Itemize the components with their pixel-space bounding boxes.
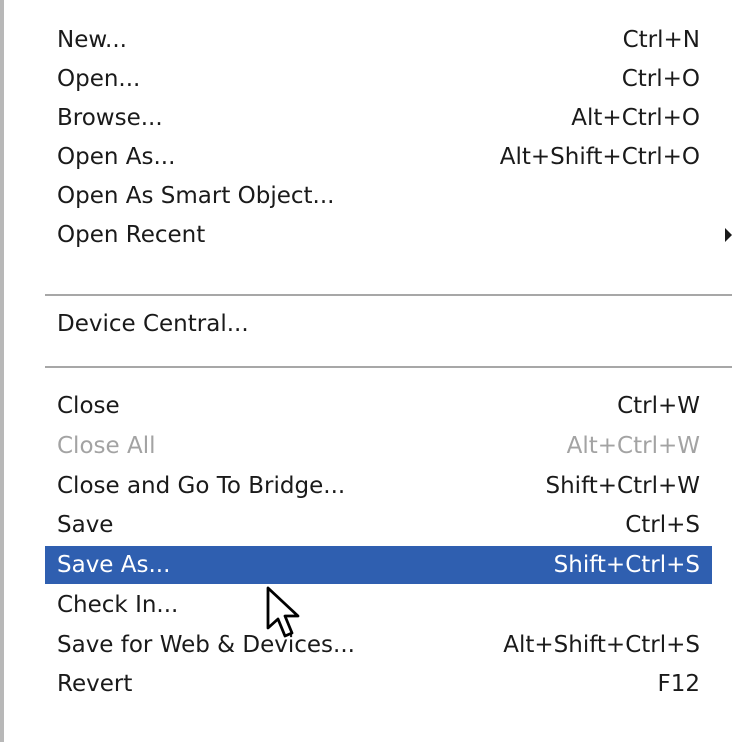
menu-separator: [45, 366, 732, 369]
menu-item-save-as[interactable]: Save As... Shift+Ctrl+S: [45, 546, 712, 584]
menu-item-shortcut: Alt+Ctrl+W: [566, 433, 700, 459]
menu-item-check-in[interactable]: Check In...: [45, 586, 712, 624]
menu-item-shortcut: Ctrl+O: [621, 66, 700, 92]
menu-item-device-central[interactable]: Device Central...: [45, 305, 712, 343]
menu-item-close-all: Close All Alt+Ctrl+W: [45, 427, 712, 465]
menu-item-label: Browse...: [57, 105, 163, 131]
menu-item-label: Open...: [57, 66, 141, 92]
menu-item-label: Device Central...: [57, 311, 249, 337]
menu-item-shortcut: Ctrl+S: [625, 512, 700, 538]
file-menu: New... Ctrl+N Open... Ctrl+O Browse... A…: [0, 0, 732, 742]
menu-item-shortcut: Alt+Shift+Ctrl+S: [503, 632, 700, 658]
menu-item-new[interactable]: New... Ctrl+N: [45, 21, 712, 59]
menu-item-label: Close All: [57, 433, 156, 459]
menu-item-browse[interactable]: Browse... Alt+Ctrl+O: [45, 99, 712, 137]
menu-separator: [45, 294, 732, 297]
menu-item-label: New...: [57, 27, 127, 53]
menu-item-close-and-go-to-bridge[interactable]: Close and Go To Bridge... Shift+Ctrl+W: [45, 467, 712, 505]
menu-item-label: Open As...: [57, 144, 176, 170]
menu-item-revert[interactable]: Revert F12: [45, 665, 712, 703]
menu-item-shortcut: Ctrl+W: [617, 393, 700, 419]
menu-item-label: Save: [57, 512, 114, 538]
menu-item-open-recent[interactable]: Open Recent: [45, 216, 732, 254]
menu-item-shortcut: Alt+Shift+Ctrl+O: [499, 144, 700, 170]
menu-item-label: Close: [57, 393, 120, 419]
menu-item-save-for-web[interactable]: Save for Web & Devices... Alt+Shift+Ctrl…: [45, 626, 712, 664]
menu-item-save[interactable]: Save Ctrl+S: [45, 506, 712, 544]
menu-item-label: Save As...: [57, 552, 171, 578]
menu-item-open[interactable]: Open... Ctrl+O: [45, 60, 712, 98]
menu-item-label: Save for Web & Devices...: [57, 632, 355, 658]
menu-item-close[interactable]: Close Ctrl+W: [45, 387, 712, 425]
menu-item-shortcut: Ctrl+N: [622, 27, 700, 53]
menu-item-shortcut: Alt+Ctrl+O: [571, 105, 700, 131]
menu-item-label: Open As Smart Object...: [57, 183, 335, 209]
menu-item-label: Check In...: [57, 592, 179, 618]
menu-item-label: Open Recent: [57, 222, 206, 248]
submenu-arrow-icon: [725, 228, 732, 242]
menu-item-shortcut: F12: [657, 671, 701, 697]
menu-left-border: [0, 0, 4, 742]
menu-item-shortcut: Shift+Ctrl+S: [553, 552, 700, 578]
menu-item-label: Revert: [57, 671, 133, 697]
menu-item-shortcut: Shift+Ctrl+W: [545, 473, 701, 499]
menu-item-label: Close and Go To Bridge...: [57, 473, 346, 499]
menu-item-open-as[interactable]: Open As... Alt+Shift+Ctrl+O: [45, 138, 712, 176]
menu-item-open-as-smart-object[interactable]: Open As Smart Object...: [45, 177, 712, 215]
